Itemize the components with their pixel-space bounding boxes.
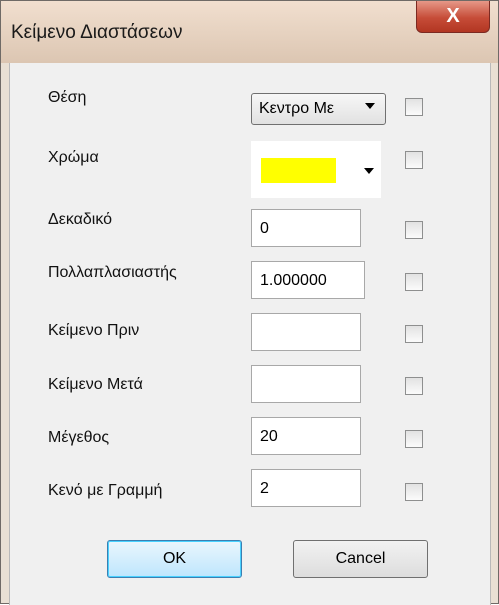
color-swatch xyxy=(261,158,336,183)
position-value: Κεντρο Με xyxy=(259,100,335,117)
text-before-label: Κείμενο Πριν xyxy=(48,322,140,339)
text-after-label: Κείμενο Μετά xyxy=(48,376,143,393)
decimal-label: Δεκαδικό xyxy=(48,211,113,228)
multiplier-label: Πολλαπλασιαστής xyxy=(48,264,177,281)
text-before-checkbox[interactable] xyxy=(405,325,423,343)
position-checkbox[interactable] xyxy=(405,98,423,116)
color-label: Χρώμα xyxy=(48,149,99,166)
gap-line-input[interactable]: 2 xyxy=(251,469,361,507)
close-icon: X xyxy=(446,5,460,27)
window-title: Κείμενο Διαστάσεων xyxy=(11,22,183,43)
text-after-checkbox[interactable] xyxy=(405,377,423,395)
decimal-input[interactable]: 0 xyxy=(251,209,361,247)
dimension-text-dialog: Κείμενο Διαστάσεων X Θέση Κεντρο Με Χρώμ… xyxy=(0,0,499,605)
size-checkbox[interactable] xyxy=(405,430,423,448)
chevron-down-icon[interactable] xyxy=(364,168,374,174)
color-checkbox[interactable] xyxy=(405,151,423,169)
size-label: Μέγεθος xyxy=(48,429,110,446)
multiplier-checkbox[interactable] xyxy=(405,273,423,291)
text-before-input[interactable] xyxy=(251,313,361,351)
position-dropdown[interactable]: Κεντρο Με xyxy=(251,93,386,125)
size-input[interactable]: 20 xyxy=(251,417,361,455)
title-bar[interactable]: Κείμενο Διαστάσεων X xyxy=(1,1,498,63)
gap-line-checkbox[interactable] xyxy=(405,483,423,501)
position-label: Θέση xyxy=(48,89,87,106)
chevron-down-icon xyxy=(365,103,375,109)
multiplier-input[interactable]: 1.000000 xyxy=(251,261,365,299)
cancel-button[interactable]: Cancel xyxy=(293,540,428,578)
color-picker[interactable] xyxy=(251,141,381,198)
ok-button[interactable]: OK xyxy=(107,540,242,578)
text-after-input[interactable] xyxy=(251,365,361,403)
close-button[interactable]: X xyxy=(416,1,490,33)
dialog-body: Θέση Κεντρο Με Χρώμα Δεκαδικό 0 Πολλαπλα… xyxy=(9,63,491,605)
gap-line-label: Κενό με Γραμμή xyxy=(48,482,163,499)
decimal-checkbox[interactable] xyxy=(405,221,423,239)
